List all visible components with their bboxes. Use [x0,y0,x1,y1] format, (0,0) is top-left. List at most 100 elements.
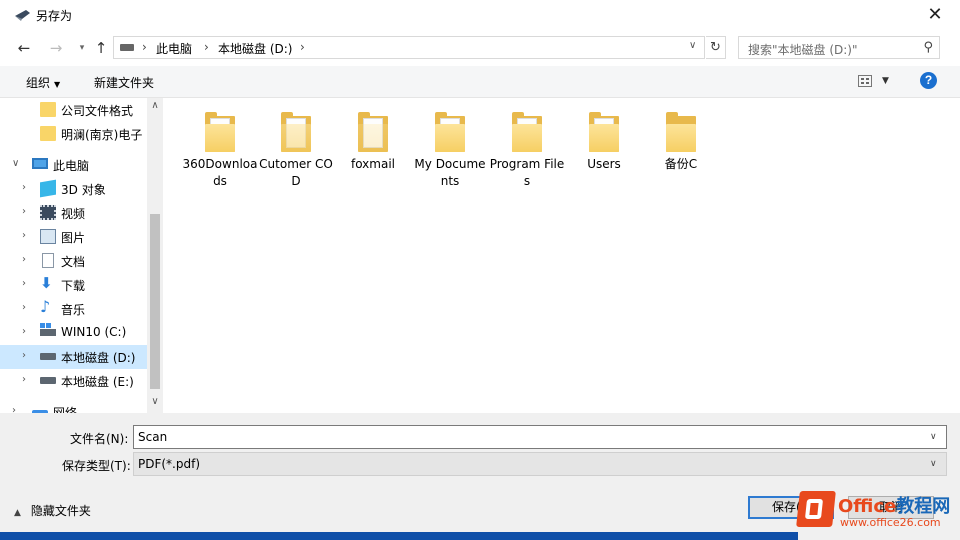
back-button[interactable]: ← [14,38,34,58]
nav-item-label: 公司文件格式 [61,104,134,118]
computer-icon [32,158,48,169]
nav-scrollbar[interactable]: ∧ ∨ [147,98,163,413]
nav-item-documents[interactable]: › 文档 [0,249,147,273]
chevron-right-icon[interactable]: › [22,206,26,217]
refresh-button[interactable]: ↻ [706,36,726,59]
close-button[interactable]: ✕ [920,3,950,28]
search-icon: ⚲ [923,40,933,55]
chevron-right-icon[interactable]: › [22,350,26,361]
nav-item-label: 下载 [61,279,86,293]
pictures-icon [40,229,56,244]
nav-item-label: 此电脑 [53,159,90,173]
scroll-down-icon[interactable]: ∨ [147,396,163,407]
nav-item-label: 3D 对象 [61,183,106,197]
breadcrumb-separator-icon[interactable]: › [142,40,147,54]
chevron-right-icon[interactable]: › [22,374,26,385]
nav-item-pictures[interactable]: › 图片 [0,225,147,249]
breadcrumb-this-pc[interactable]: 此电脑 [156,40,192,57]
folder-item-backup-c[interactable]: 备份C [642,108,720,173]
filetype-value: PDF(*.pdf) [138,457,201,471]
chevron-right-icon[interactable]: › [12,405,16,413]
chevron-right-icon[interactable]: › [22,254,26,265]
nav-item-drive-d[interactable]: › 本地磁盘 (D:) [0,345,147,369]
chevron-right-icon[interactable]: › [22,302,26,313]
folder-item-users[interactable]: Users [565,108,643,173]
documents-icon [42,253,54,268]
arrow-up-icon: ↑ [94,39,108,57]
taskbar-strip [0,532,798,540]
chevron-right-icon[interactable]: › [22,326,26,337]
folder-item-foxmail[interactable]: foxmail [334,108,412,173]
search-placeholder: 搜索"本地磁盘 (D:)" [748,43,858,57]
nav-item-music[interactable]: › ♪ 音乐 [0,297,147,321]
new-folder-button[interactable]: 新建文件夹 [94,74,154,91]
nav-item-label: 音乐 [61,303,86,317]
scroll-up-icon[interactable]: ∧ [147,100,163,111]
organize-button[interactable]: 组织 ▼ [26,74,60,91]
filetype-label: 保存类型(T): [62,459,131,473]
folder-with-files-icon [589,112,619,152]
navigation-pane[interactable]: 公司文件格式 明澜(南京)电子 ∨ 此电脑 › 3D 对象 › 视频 › 图片 … [0,98,163,413]
watermark-brand-a: Office [838,496,897,517]
nav-item-downloads[interactable]: › ⬇ 下载 [0,273,147,297]
folder-icon [40,102,56,117]
up-button[interactable]: ↑ [91,38,111,58]
scrollbar-thumb[interactable] [150,214,160,389]
watermark-brand-b: 教程网 [896,496,951,517]
folder-item-my-documents[interactable]: My Documents [411,108,489,190]
nav-item-minglan-nanjing[interactable]: 明澜(南京)电子 [0,122,147,146]
breadcrumb-drive-d[interactable]: 本地磁盘 (D:) [218,40,292,57]
chevron-down-icon: ∨ [930,459,937,469]
folder-with-files-icon [358,112,388,152]
folder-name: Users [587,157,621,171]
nav-item-label: 明澜(南京)电子 [61,128,143,142]
nav-item-drive-c[interactable]: › WIN10 (C:) [0,321,147,345]
drive-icon [120,44,134,51]
nav-item-label: 文档 [61,255,86,269]
file-list[interactable]: 360Downloads Cutomer COD foxmail My Docu… [163,98,952,413]
chevron-down-icon[interactable]: ∨ [12,158,19,169]
chevron-down-icon[interactable]: ∨ [930,432,937,442]
folder-with-files-icon [512,112,542,152]
download-icon: ⬇ [40,274,53,292]
filename-input[interactable] [133,425,947,449]
chevron-right-icon[interactable]: › [22,182,26,193]
office-logo-icon [796,491,836,527]
breadcrumb-separator-icon[interactable]: › [300,40,305,54]
folder-icon [666,112,696,152]
hide-folders-toggle[interactable]: ▲ 隐藏文件夹 [14,502,91,519]
folder-name: My Documents [414,157,486,188]
3d-objects-icon [40,179,56,198]
watermark-brand: Office教程网 [838,492,950,518]
address-dropdown-icon[interactable]: ∨ [689,40,696,51]
nav-item-label: 图片 [61,231,86,245]
search-input[interactable]: 搜索"本地磁盘 (D:)" ⚲ [738,36,940,59]
nav-item-label: WIN10 (C:) [61,325,127,339]
nav-item-network[interactable]: › 网络 [0,400,147,413]
chevron-right-icon[interactable]: › [22,278,26,289]
filetype-select[interactable]: PDF(*.pdf) ∨ [133,452,947,476]
nav-item-this-pc[interactable]: ∨ 此电脑 [0,153,147,177]
folder-item-program-files[interactable]: Program Files [488,108,566,190]
view-options-caret-icon[interactable]: ▼ [882,76,889,86]
folder-item-360downloads[interactable]: 360Downloads [181,108,259,190]
command-bar: 组织 ▼ 新建文件夹 [0,66,960,98]
nav-item-drive-e[interactable]: › 本地磁盘 (E:) [0,369,147,393]
nav-item-videos[interactable]: › 视频 [0,201,147,225]
change-view-icon[interactable] [858,75,872,87]
folder-name: foxmail [350,157,395,171]
folder-name: Cutomer COD [259,157,333,188]
nav-item-label: 网络 [53,406,78,413]
nav-item-3d-objects[interactable]: › 3D 对象 [0,177,147,201]
address-bar[interactable]: › 此电脑 › 本地磁盘 (D:) › ∨ [113,36,705,59]
folder-item-cutomer-cod[interactable]: Cutomer COD [257,108,335,190]
nav-item-company-templates[interactable]: 公司文件格式 [0,98,147,122]
arrow-left-icon: ← [17,39,31,57]
recent-locations-button[interactable]: ▾ [72,38,92,58]
help-icon[interactable]: ? [920,72,937,89]
chevron-right-icon[interactable]: › [22,230,26,241]
breadcrumb-separator-icon[interactable]: › [204,40,209,54]
forward-button[interactable]: → [46,38,66,58]
content-scrollbar[interactable] [952,98,960,413]
caret-up-icon: ▲ [14,508,21,518]
